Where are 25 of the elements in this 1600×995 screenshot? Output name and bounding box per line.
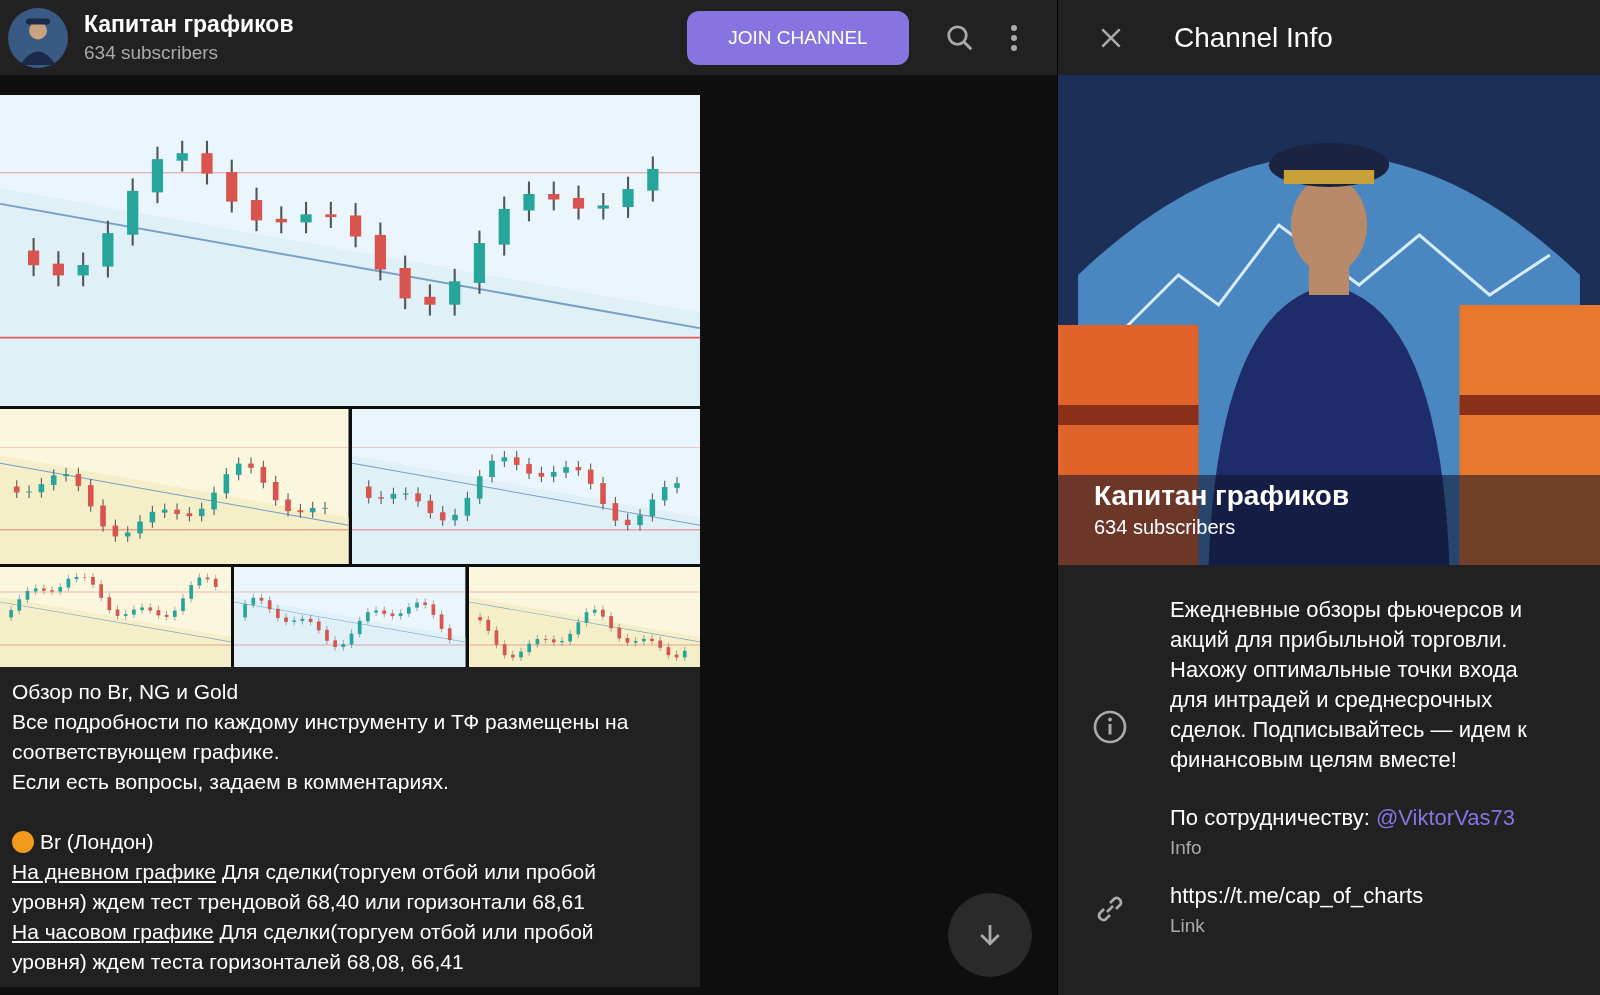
channel-title: Капитан графиков	[84, 11, 295, 38]
panel-title: Channel Info	[1174, 21, 1333, 54]
chart-link[interactable]: На дневном графике	[12, 860, 217, 883]
link-caption: Link	[1170, 915, 1206, 937]
emoji-icon	[12, 831, 34, 853]
chart-link[interactable]: На часовом графике	[12, 920, 214, 943]
contact-text: По сотрудничеству: @ViktorVas73	[1170, 804, 1516, 832]
search-icon[interactable]	[945, 22, 975, 53]
section-title: Br (Лондон)	[40, 829, 154, 855]
more-options-icon[interactable]	[1009, 22, 1019, 53]
post-title: Обзор по Br, NG и Gold	[12, 679, 240, 705]
join-channel-button[interactable]: JOIN CHANNEL	[687, 10, 909, 65]
contact-link[interactable]: @ViktorVas73	[1376, 805, 1515, 830]
subscriber-count: 634 subscribers	[1094, 516, 1237, 539]
channel-name: Капитан графиков	[1094, 480, 1350, 512]
info-caption: Info	[1170, 837, 1203, 859]
avatar-icon[interactable]	[8, 7, 68, 68]
post-text: На дневном графике Для сделки(торгуем отбой или пробой уровня) ждем тест трендовой 68,40 или горизонтали 68,61	[12, 859, 597, 915]
post-text: На часовом графике Для сделки(торгуем отбой или пробой уровня) ждем теста горизонталей 68,08, 66,41	[12, 919, 595, 975]
channel-description: Ежедневные обзоры фьючерсов и акций для прибыльной торговли. Нахожу оптимальные точки входа для интрадей и среднесрочных сделок. Подписывайтесь — идем к финансовым целям вместе!	[1170, 596, 1528, 774]
info-icon	[1092, 709, 1128, 745]
subscriber-count: 634 subscribers	[84, 42, 220, 64]
post-text: Если есть вопросы, задаем в комментариях.	[12, 769, 450, 795]
channel-link[interactable]: https://t.me/cap_of_charts	[1170, 881, 1424, 911]
post-text: Все подробности по каждому инструменту и ТФ размещены на соответствующем графике.	[12, 709, 630, 765]
